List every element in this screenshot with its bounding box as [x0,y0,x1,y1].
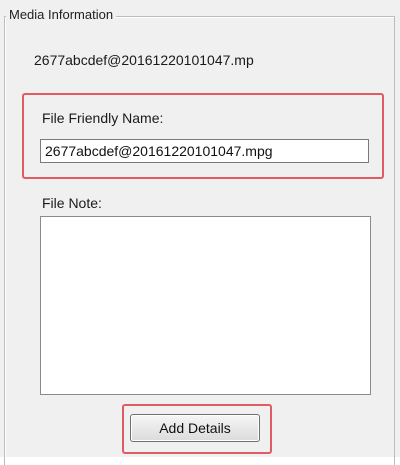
add-details-button[interactable]: Add Details [130,414,260,442]
media-information-panel: Media Information 2677abcdef@20161220101… [0,0,400,465]
file-friendly-name-label: File Friendly Name: [42,110,164,126]
file-note-textarea[interactable] [40,216,371,395]
group-title: Media Information [6,7,117,23]
file-note-label: File Note: [42,195,102,211]
friendly-name-highlight [22,93,384,179]
file-friendly-name-input[interactable] [40,139,369,163]
media-filename: 2677abcdef@20161220101047.mp [34,52,254,68]
